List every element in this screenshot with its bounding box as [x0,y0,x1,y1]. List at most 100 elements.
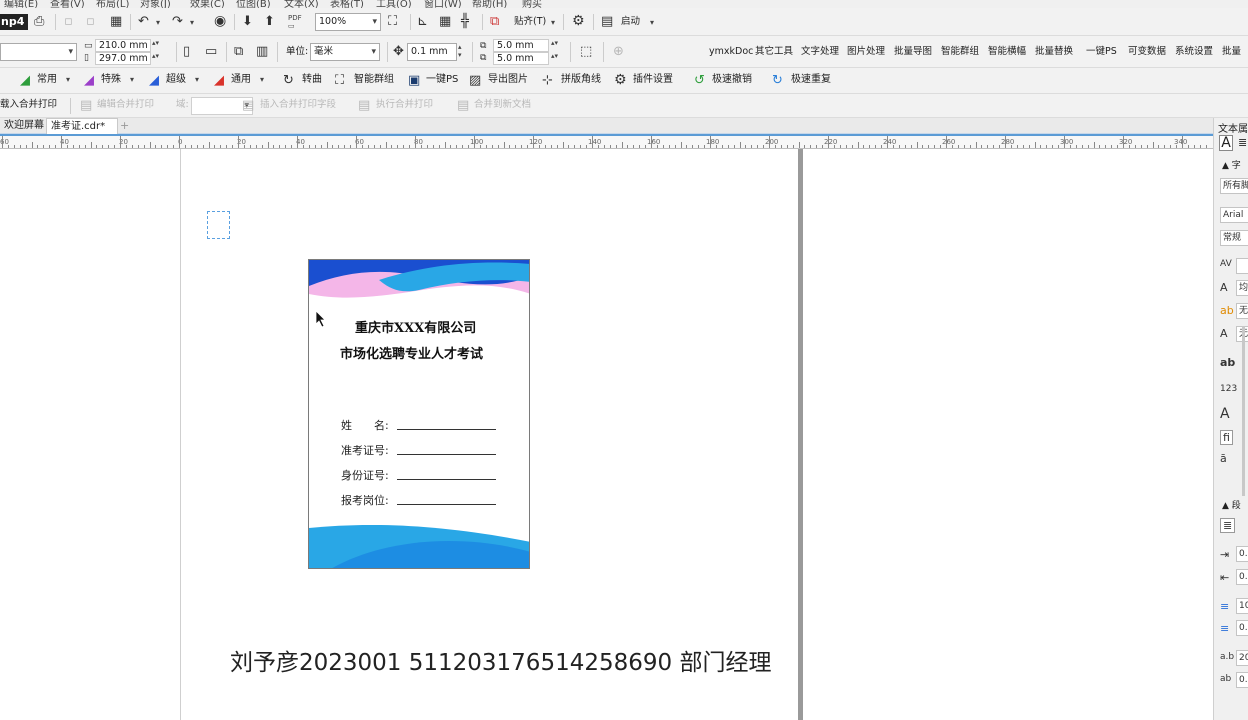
horizontal-ruler[interactable]: 60 40 20 0 20 40 60 80 100 120 140 160 1… [0,134,1213,149]
admission-ticket-card[interactable] [308,259,530,569]
menu-buy[interactable]: 购买 [522,0,542,8]
snap-dropdown-icon[interactable]: ▾ [551,18,555,27]
font-style-select[interactable]: 常规 [1220,230,1248,246]
menu-object[interactable]: 对象(J) [140,0,171,8]
plugin-batch[interactable]: 批量 [1222,45,1241,59]
unit-select[interactable]: 毫米 [310,43,380,61]
tab-admission-ticket[interactable]: 准考证.cdr* [46,118,118,134]
add-icon[interactable]: ⊕ [613,44,624,60]
page-border-icon[interactable]: ⬚ [580,44,592,60]
menu-help[interactable]: 帮助(H) [472,0,507,8]
super-dropdown-icon[interactable]: ▾ [195,75,199,84]
plugin-text-processing[interactable]: 文字处理 [801,45,839,59]
new-tab-icon[interactable]: + [120,119,129,132]
tab-welcome-screen[interactable]: 欢迎屏幕 [0,118,48,134]
general-dropdown-icon[interactable]: ▾ [260,75,264,84]
smart-group-button[interactable]: 智能群组 [354,73,394,87]
plugin-image-processing[interactable]: 图片处理 [847,45,885,59]
corel-connect-icon[interactable]: ◉ [214,13,226,29]
common-dropdown-icon[interactable]: ▾ [66,75,70,84]
fast-undo-button[interactable]: 极速撤销 [712,73,752,87]
print-icon[interactable]: ⎙ [34,14,44,30]
plugin-batch-export-image[interactable]: 批量导图 [894,45,932,59]
menu-bitmaps[interactable]: 位图(B) [236,0,271,8]
menu-edit[interactable]: 编辑(E) [4,0,38,8]
menu-tools[interactable]: 工具(O) [376,0,412,8]
convert-to-curves-button[interactable]: 转曲 [302,73,322,87]
paste-icon[interactable]: ▦ [110,14,122,30]
snap-icon[interactable]: ⧉ [490,14,499,30]
plugin-batch-replace[interactable]: 批量替换 [1035,45,1073,59]
general-menu[interactable]: 通用 [231,73,251,87]
export-image-button[interactable]: 导出图片 [488,73,528,87]
redo-dropdown-icon[interactable]: ▾ [190,18,194,27]
undo-dropdown-icon[interactable]: ▾ [156,18,160,27]
character-tab-icon[interactable]: A [1219,135,1233,151]
edit-print-merge-button[interactable]: 编辑合并打印 [97,98,154,112]
grid-icon[interactable]: ▦ [439,14,451,30]
underline-ab-icon[interactable]: ab [1220,356,1235,369]
zoom-select[interactable]: 100% [315,13,381,31]
special-menu[interactable]: 特殊 [101,73,121,87]
merge-to-new-document-button[interactable]: 合并到新文档 [474,98,531,112]
kerning-input[interactable] [1236,258,1248,274]
menu-table[interactable]: 表格(T) [330,0,364,8]
width-spinner[interactable]: ▴▾ [152,39,159,47]
placeholder-frame[interactable] [207,211,230,239]
line-spacing-input[interactable]: 10 [1236,598,1248,614]
page-width-input[interactable]: 210.0 mm [95,39,151,52]
one-click-ps-button[interactable]: 一键PS [426,73,458,87]
paragraph-tab-icon[interactable]: ≣ [1238,136,1247,149]
load-print-merge-button[interactable]: 载入合并打印 [0,98,57,112]
portrait-icon[interactable]: ▯ [183,44,190,60]
duplicate-y-spinner[interactable]: ▴▾ [551,52,558,60]
rulers-icon[interactable]: ⊾ [417,14,428,30]
plugin-settings-button[interactable]: 插件设置 [633,73,673,87]
page-height-input[interactable]: 297.0 mm [95,52,151,65]
super-menu[interactable]: 超级 [166,73,186,87]
height-spinner[interactable]: ▴▾ [152,52,159,60]
docker-scrollbar[interactable] [1242,326,1245,496]
redo-icon[interactable]: ↷ [172,14,183,30]
paragraph-spacing-input[interactable]: 0.0 [1236,620,1248,636]
duplicate-y-input[interactable]: 5.0 mm [493,52,549,65]
full-screen-icon[interactable]: ⛶ [388,14,397,30]
fast-redo-button[interactable]: 极速重复 [791,73,831,87]
plugin-smart-group[interactable]: 智能群组 [941,45,979,59]
plugin-system-settings[interactable]: 系统设置 [1175,45,1213,59]
landscape-icon[interactable]: ▭ [205,44,217,60]
export-icon[interactable]: ⬆ [264,14,275,30]
plugin-one-click-ps[interactable]: 一键PS [1086,45,1117,59]
current-page-icon[interactable]: ▥ [256,44,268,60]
export-pdf-icon[interactable]: PDF ▭ [288,14,302,30]
nudge-spinner[interactable]: ▴ ▾ [458,43,462,59]
imposition-crop-marks-button[interactable]: 拼版角线 [561,73,601,87]
duplicate-x-input[interactable]: 5.0 mm [493,39,549,52]
character-section-toggle[interactable]: ▲ 字 [1222,158,1241,171]
menu-view[interactable]: 查看(V) [50,0,85,8]
font-family-select[interactable]: Arial [1220,207,1248,223]
launch-label[interactable]: 启动 [621,15,640,29]
run-print-merge-button[interactable]: 执行合并打印 [376,98,433,112]
paragraph-section-toggle[interactable]: ▲ 段 [1222,498,1241,511]
common-menu[interactable]: 常用 [37,73,57,87]
char-spacing-input[interactable]: 20 [1236,650,1248,666]
first-line-indent-input[interactable]: 0.0 [1236,569,1248,585]
word-spacing-input[interactable]: 0.0 [1236,672,1248,688]
caps-icon[interactable]: A [1220,406,1230,422]
copy-icon[interactable]: ▫ [86,14,95,30]
menu-text[interactable]: 文本(X) [284,0,319,8]
plugin-smart-banner[interactable]: 智能横幅 [988,45,1026,59]
special-dropdown-icon[interactable]: ▾ [130,75,134,84]
menu-effects[interactable]: 效果(C) [190,0,225,8]
all-pages-icon[interactable]: ⧉ [234,44,243,60]
stylistic-icon[interactable]: ā [1220,452,1227,465]
undo-icon[interactable]: ↶ [138,14,149,30]
left-indent-input[interactable]: 0.0 [1236,546,1248,562]
launch-dropdown-icon[interactable]: ▾ [650,18,654,27]
plugin-variable-data[interactable]: 可变数据 [1128,45,1166,59]
import-icon[interactable]: ⬇ [242,14,253,30]
plugin-ymxkdoc[interactable]: ymxkDoc [709,45,753,59]
script-select[interactable]: 所有脚 [1220,178,1248,194]
plugin-other-tools[interactable]: 其它工具 [755,45,793,59]
